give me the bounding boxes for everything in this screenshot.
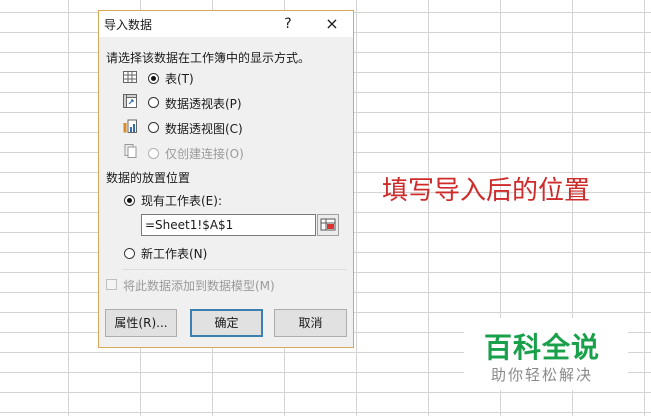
placement-heading: 数据的放置位置 bbox=[106, 171, 191, 185]
existing-sheet-label[interactable]: 现有工作表(E): bbox=[141, 192, 222, 209]
cancel-button[interactable]: 取消 bbox=[274, 309, 347, 337]
help-button[interactable]: ? bbox=[275, 13, 301, 35]
pivot-chart-icon bbox=[123, 119, 137, 133]
ok-button[interactable]: 确定 bbox=[190, 309, 263, 337]
new-sheet-label[interactable]: 新工作表(N) bbox=[141, 245, 207, 262]
radio-table[interactable] bbox=[148, 73, 159, 84]
radio-pivot-chart[interactable] bbox=[148, 122, 159, 133]
data-model-checkbox[interactable] bbox=[106, 279, 117, 290]
option-connection-only-label: 仅创建连接(O) bbox=[165, 147, 244, 161]
radio-new-sheet[interactable] bbox=[124, 248, 135, 259]
watermark-subtitle: 助你轻松解决 bbox=[491, 366, 594, 384]
divider bbox=[123, 269, 347, 270]
connection-icon bbox=[124, 144, 137, 158]
annotation-text: 填写导入后的位置 bbox=[382, 176, 591, 206]
radio-connection-only[interactable] bbox=[148, 148, 159, 159]
radio-existing-sheet[interactable] bbox=[124, 195, 135, 206]
display-prompt: 请选择该数据在工作簿中的显示方式。 bbox=[106, 51, 311, 65]
dialog-title: 导入数据 bbox=[104, 18, 153, 32]
cell-reference-input[interactable]: =Sheet1!$A$1 bbox=[141, 214, 316, 236]
import-data-dialog: 导入数据 ? × 请选择该数据在工作簿中的显示方式。 表(T) 数据透视表(P)… bbox=[98, 10, 354, 348]
option-pivot-table-label[interactable]: 数据透视表(P) bbox=[165, 95, 242, 112]
table-icon bbox=[123, 71, 137, 83]
watermark-title: 百科全说 bbox=[484, 331, 601, 364]
option-pivot-chart-label[interactable]: 数据透视图(C) bbox=[165, 120, 243, 137]
option-table-label[interactable]: 表(T) bbox=[165, 70, 194, 87]
radio-pivot-table[interactable] bbox=[148, 97, 159, 108]
data-model-label: 将此数据添加到数据模型(M) bbox=[123, 279, 275, 293]
range-select-icon bbox=[320, 218, 336, 231]
close-button[interactable]: × bbox=[319, 13, 345, 35]
properties-button[interactable]: 属性(R)... bbox=[105, 309, 177, 337]
dialog-titlebar: 导入数据 ? × bbox=[99, 11, 353, 37]
range-select-button[interactable] bbox=[317, 214, 339, 236]
pivot-table-icon bbox=[123, 94, 137, 108]
cell-reference-value: =Sheet1!$A$1 bbox=[145, 218, 234, 232]
